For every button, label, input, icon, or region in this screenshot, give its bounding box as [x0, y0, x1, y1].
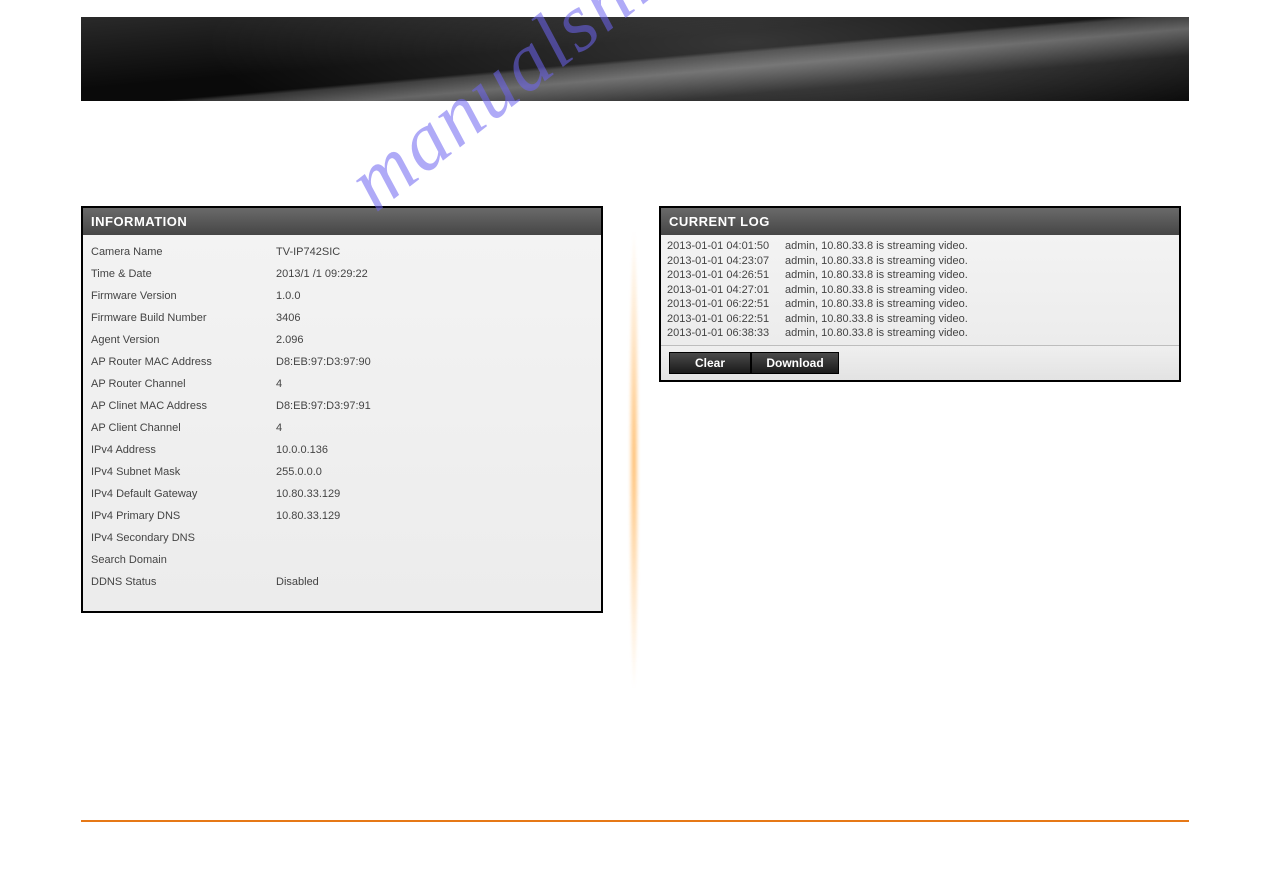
log-row: 2013-01-01 06:38:33 admin, 10.80.33.8 is … — [667, 326, 1173, 341]
log-row: 2013-01-01 06:22:51 admin, 10.80.33.8 is … — [667, 297, 1173, 312]
log-timestamp: 2013-01-01 06:22:51 — [667, 297, 779, 312]
log-row: 2013-01-01 04:26:51 admin, 10.80.33.8 is … — [667, 268, 1173, 283]
log-message: admin, 10.80.33.8 is streaming video. — [785, 326, 968, 341]
info-label: IPv4 Primary DNS — [91, 510, 276, 522]
info-row: AP Router MAC AddressD8:EB:97:D3:97:90 — [83, 351, 601, 373]
top-banner — [81, 17, 1189, 101]
log-row: 2013-01-01 04:23:07 admin, 10.80.33.8 is … — [667, 254, 1173, 269]
info-value: 255.0.0.0 — [276, 466, 322, 478]
info-value: 10.80.33.129 — [276, 510, 340, 522]
log-message: admin, 10.80.33.8 is streaming video. — [785, 283, 968, 298]
info-value: 2.096 — [276, 334, 304, 346]
clear-button[interactable]: Clear — [669, 352, 751, 374]
download-button[interactable]: Download — [751, 352, 839, 374]
information-panel: INFORMATION Camera NameTV-IP742SICTime &… — [81, 206, 603, 613]
information-header: INFORMATION — [83, 208, 601, 235]
log-message: admin, 10.80.33.8 is streaming video. — [785, 268, 968, 283]
log-message: admin, 10.80.33.8 is streaming video. — [785, 239, 968, 254]
info-value: 1.0.0 — [276, 290, 300, 302]
log-button-bar: Clear Download — [661, 345, 1179, 380]
info-value: TV-IP742SIC — [276, 246, 340, 258]
info-row: IPv4 Address10.0.0.136 — [83, 439, 601, 461]
info-label: AP Router MAC Address — [91, 356, 276, 368]
log-timestamp: 2013-01-01 04:01:50 — [667, 239, 779, 254]
log-message: admin, 10.80.33.8 is streaming video. — [785, 254, 968, 269]
current-log-body: 2013-01-01 04:01:50 admin, 10.80.33.8 is … — [661, 235, 1179, 345]
info-row: Camera NameTV-IP742SIC — [83, 241, 601, 263]
info-row: AP Client Channel4 — [83, 417, 601, 439]
info-label: IPv4 Address — [91, 444, 276, 456]
info-label: Camera Name — [91, 246, 276, 258]
info-row: IPv4 Secondary DNS — [83, 527, 601, 549]
info-label: IPv4 Secondary DNS — [91, 532, 276, 544]
info-row: Agent Version2.096 — [83, 329, 601, 351]
info-row: IPv4 Default Gateway10.80.33.129 — [83, 483, 601, 505]
log-message: admin, 10.80.33.8 is streaming video. — [785, 297, 968, 312]
log-timestamp: 2013-01-01 06:38:33 — [667, 326, 779, 341]
info-label: IPv4 Subnet Mask — [91, 466, 276, 478]
page-divider — [628, 130, 640, 790]
info-label: Firmware Build Number — [91, 312, 276, 324]
info-label: Agent Version — [91, 334, 276, 346]
info-row: Firmware Version1.0.0 — [83, 285, 601, 307]
info-label: AP Router Channel — [91, 378, 276, 390]
info-value: 4 — [276, 422, 282, 434]
info-row: AP Router Channel4 — [83, 373, 601, 395]
info-value: 2013/1 /1 09:29:22 — [276, 268, 368, 280]
info-row: IPv4 Primary DNS10.80.33.129 — [83, 505, 601, 527]
info-value: 10.80.33.129 — [276, 488, 340, 500]
info-value: Disabled — [276, 576, 319, 588]
information-body: Camera NameTV-IP742SICTime & Date2013/1 … — [83, 235, 601, 611]
info-row: Firmware Build Number3406 — [83, 307, 601, 329]
info-row: DDNS StatusDisabled — [83, 571, 601, 593]
info-row: IPv4 Subnet Mask255.0.0.0 — [83, 461, 601, 483]
info-value: 3406 — [276, 312, 300, 324]
log-row: 2013-01-01 06:22:51 admin, 10.80.33.8 is … — [667, 312, 1173, 327]
log-row: 2013-01-01 04:01:50 admin, 10.80.33.8 is … — [667, 239, 1173, 254]
info-label: IPv4 Default Gateway — [91, 488, 276, 500]
log-timestamp: 2013-01-01 04:23:07 — [667, 254, 779, 269]
info-label: AP Client Channel — [91, 422, 276, 434]
info-value: 4 — [276, 378, 282, 390]
current-log-panel: CURRENT LOG 2013-01-01 04:01:50 admin, 10… — [659, 206, 1181, 382]
info-label: DDNS Status — [91, 576, 276, 588]
current-log-header: CURRENT LOG — [661, 208, 1179, 235]
info-row: AP Clinet MAC AddressD8:EB:97:D3:97:91 — [83, 395, 601, 417]
info-row: Search Domain — [83, 549, 601, 571]
log-timestamp: 2013-01-01 04:26:51 — [667, 268, 779, 283]
info-label: Firmware Version — [91, 290, 276, 302]
info-value: D8:EB:97:D3:97:90 — [276, 356, 371, 368]
info-value: 10.0.0.136 — [276, 444, 328, 456]
info-value: D8:EB:97:D3:97:91 — [276, 400, 371, 412]
log-timestamp: 2013-01-01 06:22:51 — [667, 312, 779, 327]
log-message: admin, 10.80.33.8 is streaming video. — [785, 312, 968, 327]
log-row: 2013-01-01 04:27:01 admin, 10.80.33.8 is … — [667, 283, 1173, 298]
footer-rule — [81, 820, 1189, 822]
info-label: Search Domain — [91, 554, 276, 566]
info-label: Time & Date — [91, 268, 276, 280]
log-timestamp: 2013-01-01 04:27:01 — [667, 283, 779, 298]
info-row: Time & Date2013/1 /1 09:29:22 — [83, 263, 601, 285]
info-label: AP Clinet MAC Address — [91, 400, 276, 412]
